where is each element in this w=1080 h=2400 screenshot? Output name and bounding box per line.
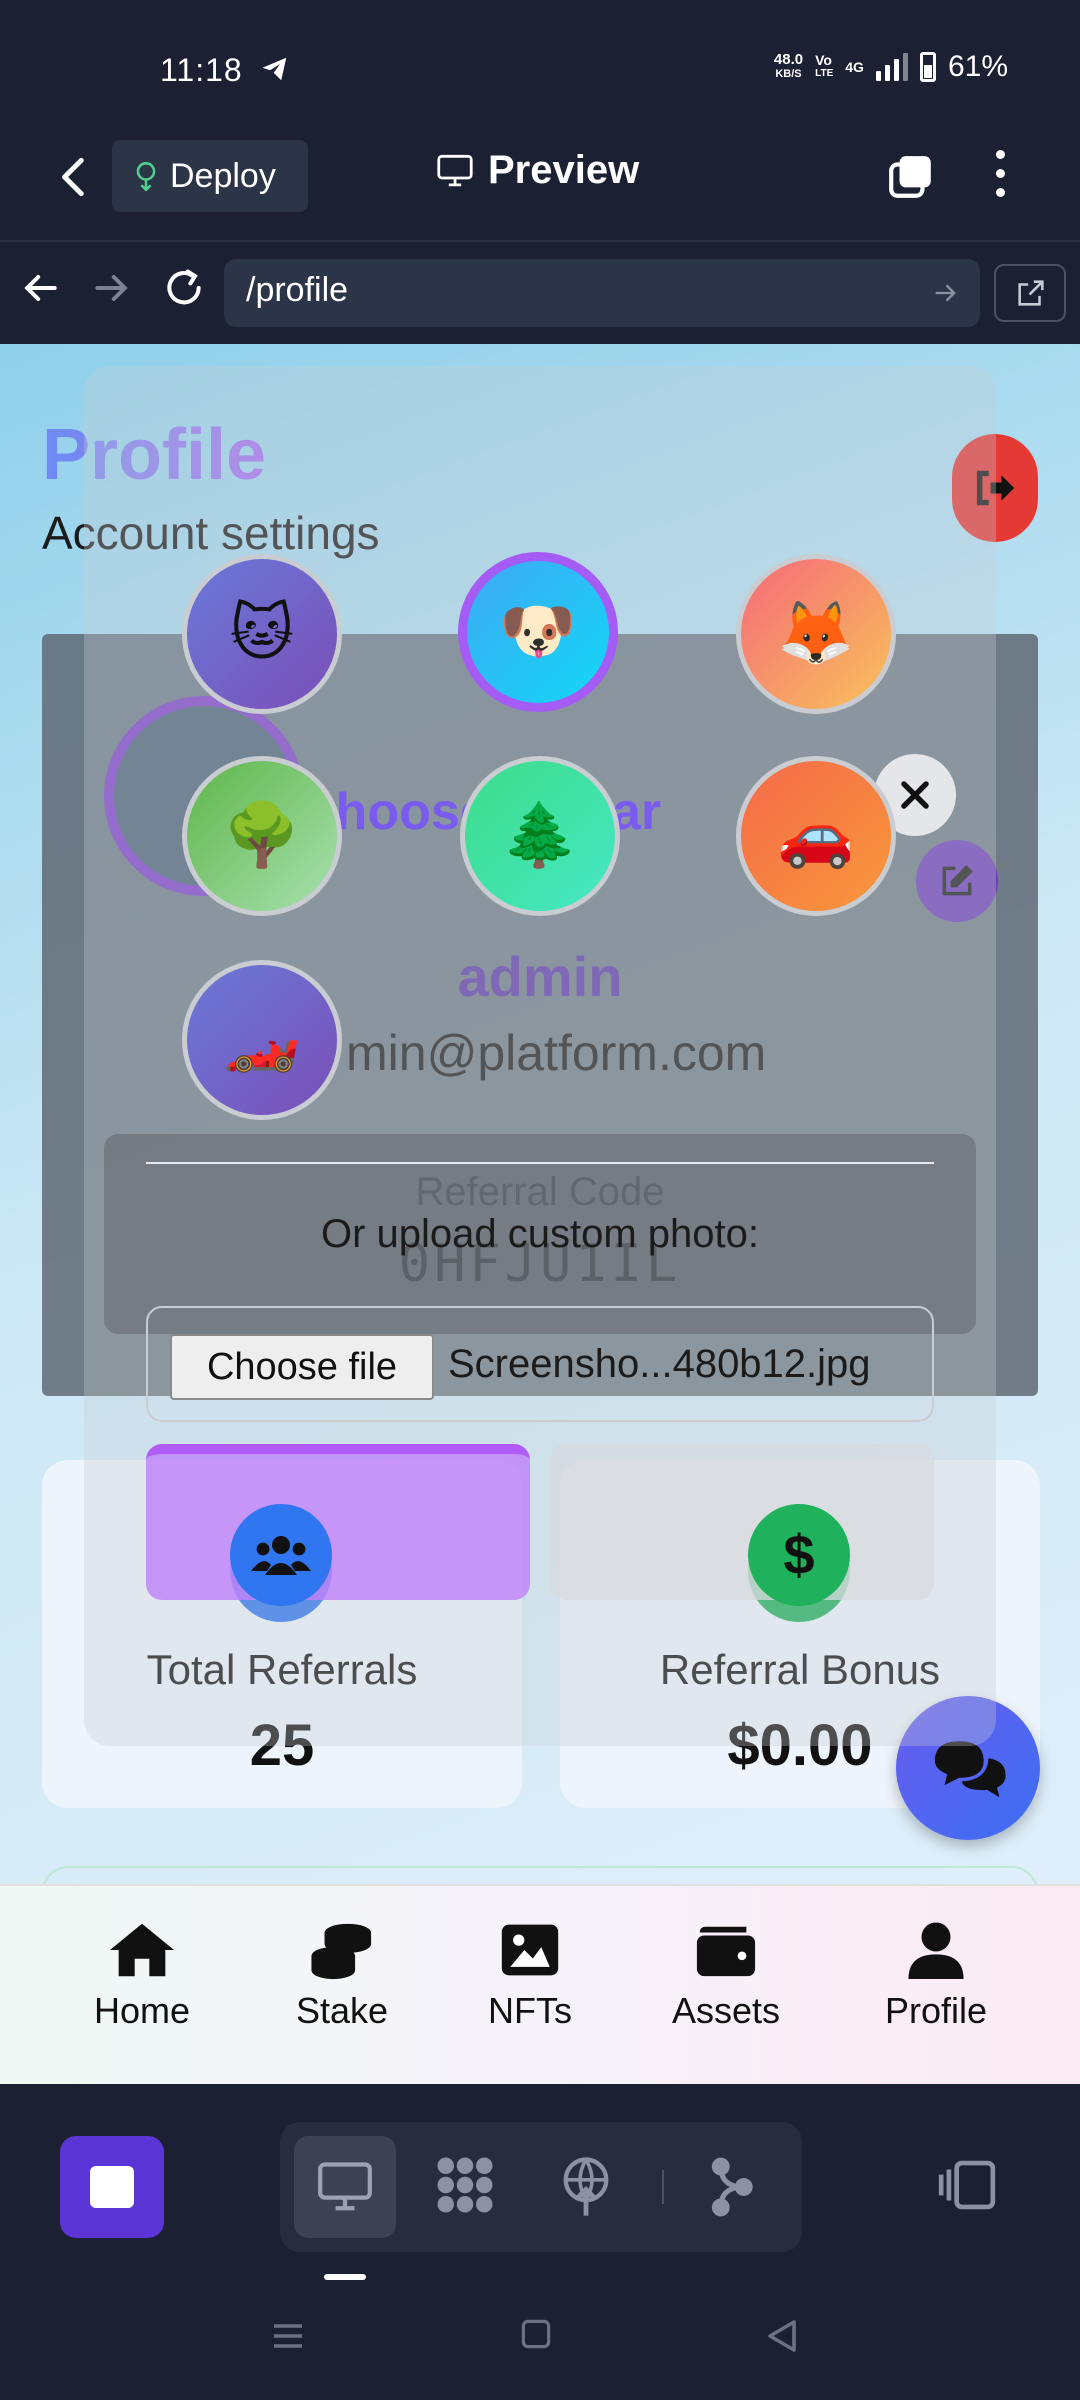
nav-label: Profile: [884, 1990, 988, 2031]
signal-bars-icon: [875, 53, 908, 81]
home-icon: [109, 1923, 175, 1977]
battery-icon: [919, 52, 936, 82]
grid-dots-icon[interactable]: [432, 2152, 498, 2218]
avatar-option-fox[interactable]: 🦊: [736, 554, 896, 714]
modal-divider: [146, 1162, 934, 1164]
deploy-label: Deploy: [170, 156, 276, 195]
nav-label: NFTs: [488, 1990, 572, 2031]
modal-save-button[interactable]: [146, 1444, 530, 1600]
split-panel-icon[interactable]: [936, 2158, 998, 2212]
branch-icon[interactable]: [708, 2156, 754, 2218]
system-nav-bar: [0, 2284, 1080, 2400]
nav-item-profile[interactable]: Profile: [846, 1920, 1026, 2032]
deploy-icon: [136, 162, 156, 191]
ide-toolbar: [0, 2084, 1080, 2284]
reload-icon[interactable]: [162, 266, 206, 310]
globe-upload-icon[interactable]: [556, 2156, 616, 2218]
nav-label: Assets: [671, 1990, 781, 2031]
stop-button[interactable]: [60, 2136, 164, 2238]
image-icon: [501, 1924, 559, 1976]
selected-file-name: Screensho...480b12.jpg: [448, 1342, 871, 1386]
preview-view-button[interactable]: [294, 2136, 396, 2238]
nav-item-nfts[interactable]: NFTs: [440, 1920, 620, 2032]
modal-cancel-button[interactable]: [550, 1444, 934, 1600]
nav-item-stake[interactable]: Stake: [252, 1920, 432, 2032]
wallet-icon: [696, 1926, 756, 1977]
nav-item-home[interactable]: Home: [52, 1920, 232, 2032]
browser-forward-icon[interactable]: [90, 266, 134, 310]
coins-icon: [311, 1923, 372, 1980]
close-icon: [901, 781, 929, 809]
avatar-option-dog[interactable]: 🐶: [458, 552, 618, 712]
browser-url-bar: /profile: [0, 240, 1080, 344]
preview-title: Preview: [436, 148, 639, 193]
open-external-button[interactable]: [994, 264, 1066, 322]
net-speed: 48.0 KB/S: [774, 52, 803, 82]
deploy-button[interactable]: Deploy: [112, 140, 308, 212]
nav-label: Home: [93, 1990, 191, 2031]
user-icon: [908, 1922, 964, 1979]
go-arrow-icon[interactable]: [932, 279, 960, 307]
tabs-icon[interactable]: [886, 152, 936, 202]
monitor-icon: [318, 2162, 372, 2211]
status-bar: 11:18 48.0 KB/S Vo LTE 4G 61%: [0, 0, 1080, 128]
volte-indicator: Vo LTE: [815, 53, 833, 81]
avatar-option-race-car[interactable]: 🏎️: [182, 960, 342, 1120]
recents-icon[interactable]: [268, 2316, 308, 2356]
file-upload-field[interactable]: Choose file Screensho...480b12.jpg: [146, 1306, 934, 1422]
nav-label: Stake: [295, 1990, 389, 2031]
browser-back-icon[interactable]: [18, 266, 62, 310]
battery-percent: 61%: [947, 50, 1008, 83]
active-indicator: [324, 2274, 366, 2280]
url-input[interactable]: /profile: [224, 259, 980, 327]
app-header: Deploy Preview: [0, 128, 1080, 240]
telegram-icon: [262, 57, 287, 81]
avatar-option-cat[interactable]: 🐱: [182, 554, 342, 714]
avatar-option-car[interactable]: 🚗: [736, 756, 896, 916]
preview-label: Preview: [488, 148, 640, 192]
status-indicators: 48.0 KB/S Vo LTE 4G 61%: [774, 50, 1008, 84]
monitor-icon: [437, 154, 473, 186]
volte-top: Vo: [815, 52, 832, 68]
upload-label: Or upload custom photo:: [320, 1212, 760, 1256]
net-speed-value: 48.0: [773, 51, 804, 68]
users-icon-overlay: [230, 1504, 332, 1606]
bottom-nav: Home Stake NFTs Assets Profile: [0, 1884, 1080, 2084]
back-arrow-icon[interactable]: [50, 152, 100, 202]
avatar-option-tree[interactable]: 🌳: [182, 756, 342, 916]
nav-item-assets[interactable]: Assets: [636, 1920, 816, 2032]
stop-icon: [90, 2166, 134, 2208]
avatar-option-evergreen[interactable]: 🌲: [460, 756, 620, 916]
home-button-icon[interactable]: [518, 2316, 554, 2352]
dollar-icon-overlay: $: [748, 1504, 850, 1606]
back-button-icon[interactable]: [762, 2316, 802, 2356]
web-content: Profile Account settings admin min@platf…: [0, 344, 1080, 2084]
view-tool-group: [280, 2122, 802, 2252]
volte-bottom: LTE: [815, 68, 834, 79]
choose-file-button[interactable]: Choose file: [170, 1334, 434, 1400]
net-speed-unit: KB/S: [775, 68, 802, 80]
toolbar-separator: [662, 2170, 664, 2204]
more-menu-icon[interactable]: [990, 150, 1010, 206]
url-text: /profile: [246, 271, 349, 309]
external-link-icon: [1018, 280, 1044, 306]
signal-type: 4G: [845, 59, 864, 75]
status-time: 11:18: [160, 52, 243, 88]
